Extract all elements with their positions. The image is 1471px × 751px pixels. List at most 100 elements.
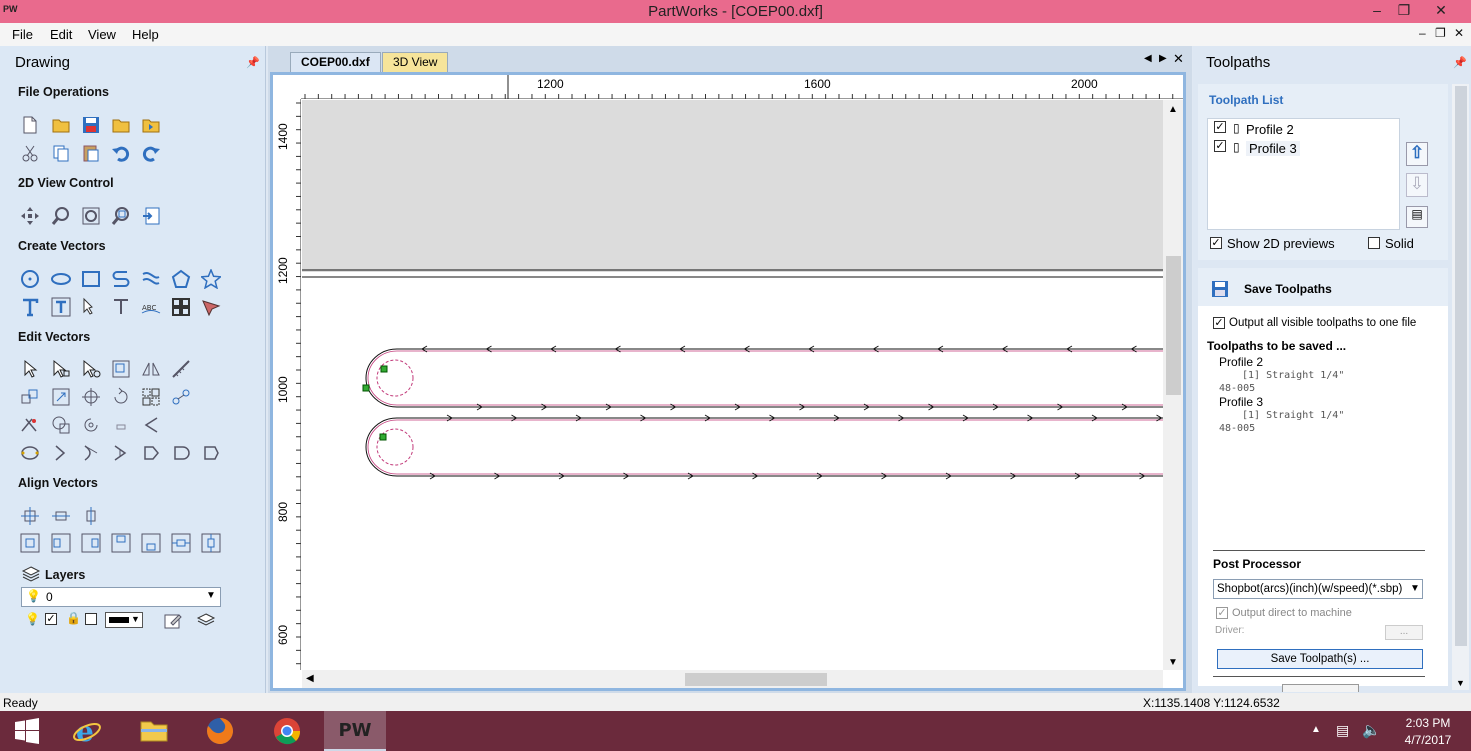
minimize-button[interactable]: – (1365, 2, 1389, 20)
open-folder-icon[interactable] (110, 114, 132, 136)
menu-help[interactable]: Help (132, 27, 159, 42)
pin-icon[interactable]: 📌 (246, 56, 260, 69)
solid-checkbox[interactable] (1368, 237, 1380, 249)
text-icon[interactable] (19, 296, 41, 318)
copy-icon[interactable] (50, 142, 72, 164)
polygon-icon[interactable] (170, 268, 192, 290)
star-icon[interactable] (200, 268, 222, 290)
scroll-up-icon[interactable]: ▲ (1168, 104, 1178, 115)
weld-icon[interactable] (50, 414, 72, 436)
layer-color-picker[interactable]: ▼ (105, 612, 143, 628)
close-button[interactable]: ✕ (1429, 2, 1453, 20)
move-icon[interactable] (19, 386, 41, 408)
volume-icon[interactable]: 🔈 (1362, 721, 1381, 739)
chevron-down-icon[interactable]: ▼ (206, 590, 216, 601)
firefox-icon[interactable] (195, 711, 245, 751)
align-center-both-icon[interactable] (19, 532, 41, 554)
start-icon[interactable] (2, 711, 52, 751)
menu-file[interactable]: File (12, 27, 33, 42)
toolpath-item[interactable]: Profile 3 (1246, 141, 1300, 156)
align-horizontal-icon[interactable] (50, 505, 72, 527)
cut-icon[interactable] (19, 142, 41, 164)
align-left-icon[interactable] (50, 532, 72, 554)
network-icon[interactable]: ▤ (1336, 722, 1349, 739)
toolpath-checkbox[interactable]: ✓ (1214, 140, 1226, 152)
lock-icon[interactable]: 🔒 (66, 611, 81, 625)
smooth-icon[interactable] (170, 442, 192, 464)
tab-coep00[interactable]: COEP00.dxf (290, 52, 381, 72)
measure-icon[interactable] (170, 358, 192, 380)
align-middle-h-icon[interactable] (170, 532, 192, 554)
scale-icon[interactable] (110, 358, 132, 380)
transform-icon[interactable] (80, 358, 102, 380)
tab-close-icon[interactable]: ✕ (1173, 51, 1184, 67)
rotate-icon[interactable] (110, 386, 132, 408)
taskbar-time[interactable]: 2:03 PM (1398, 716, 1458, 730)
node-link-icon[interactable] (170, 386, 192, 408)
text-on-curve-icon[interactable] (80, 296, 102, 318)
join-arc-icon[interactable] (80, 442, 102, 464)
tray-expand-icon[interactable]: ▲ (1311, 724, 1321, 735)
pan-icon[interactable] (19, 205, 41, 227)
vertical-scroll-thumb[interactable] (1166, 256, 1181, 395)
right-panel-scroll-thumb[interactable] (1455, 86, 1467, 646)
circle-icon[interactable] (19, 268, 41, 290)
toolpath-info-icon[interactable]: ▤ (1406, 206, 1428, 228)
move-up-icon[interactable]: ⇧ (1406, 142, 1428, 166)
trim-icon[interactable] (19, 414, 41, 436)
join-curve-icon[interactable] (110, 442, 132, 464)
file-explorer-icon[interactable] (129, 711, 179, 751)
zoom-selected-icon[interactable] (110, 205, 132, 227)
nesting-icon[interactable] (170, 296, 192, 318)
toolpath-checkbox[interactable]: ✓ (1214, 121, 1226, 133)
align-center-icon[interactable] (19, 505, 41, 527)
menu-view[interactable]: View (88, 27, 116, 42)
pin-icon[interactable]: 📌 (1453, 56, 1467, 69)
text-abc-icon[interactable]: ABC (140, 296, 162, 318)
align-middle-v-icon[interactable] (200, 532, 222, 554)
tab-3d-view[interactable]: 3D View (382, 52, 449, 72)
select-icon[interactable] (19, 358, 41, 380)
layer-visible-checkbox[interactable]: ✓ (45, 613, 57, 625)
view-switch-icon[interactable] (140, 205, 162, 227)
scroll-down-icon[interactable]: ▼ (1168, 657, 1178, 668)
output-direct-checkbox[interactable]: ✓ (1216, 607, 1228, 619)
redo-icon[interactable] (140, 142, 162, 164)
chevron-down-icon[interactable]: ▼ (1408, 583, 1422, 594)
align-bottom-icon[interactable] (140, 532, 162, 554)
taskbar-date[interactable]: 4/7/2017 (1398, 733, 1458, 747)
tab-scroll-left-icon[interactable]: ◀ (1144, 53, 1152, 64)
open-file-icon[interactable] (50, 114, 72, 136)
align-right-icon[interactable] (80, 532, 102, 554)
show-2d-previews-checkbox[interactable]: ✓ (1210, 237, 1222, 249)
toolpath-item[interactable]: Profile 2 (1246, 122, 1294, 137)
chrome-icon[interactable] (262, 711, 312, 751)
text-arc-icon[interactable] (110, 296, 132, 318)
scroll-left-icon[interactable]: ◀ (306, 673, 314, 684)
align-vertical-icon[interactable] (80, 505, 102, 527)
pen-icon[interactable] (200, 296, 222, 318)
undo-icon[interactable] (110, 142, 132, 164)
mirror-icon[interactable] (140, 358, 162, 380)
intersect-icon[interactable] (110, 414, 132, 436)
driver-browse-button[interactable]: ... (1385, 625, 1423, 640)
layer-visible-icon[interactable]: 💡 (25, 612, 40, 626)
layer-select[interactable]: 0 (21, 587, 221, 607)
ellipse-icon[interactable] (50, 268, 72, 290)
join-open-icon[interactable] (50, 442, 72, 464)
layer-manager-icon[interactable] (195, 610, 217, 632)
polyline-icon[interactable] (110, 268, 132, 290)
zoom-icon[interactable] (50, 205, 72, 227)
mdi-close-button[interactable]: ✕ (1454, 26, 1464, 40)
rectangle-icon[interactable] (80, 268, 102, 290)
array-icon[interactable] (140, 386, 162, 408)
tab-scroll-right-icon[interactable]: ▶ (1159, 53, 1167, 64)
subtract-icon[interactable] (80, 414, 102, 436)
move-down-icon[interactable]: ⇩ (1406, 173, 1428, 197)
offset-icon[interactable] (200, 442, 222, 464)
layer-properties-icon[interactable] (162, 610, 184, 632)
chevron-left-icon[interactable] (140, 414, 162, 436)
output-all-checkbox[interactable]: ✓ (1213, 317, 1225, 329)
align-top-icon[interactable] (110, 532, 132, 554)
save-icon[interactable] (80, 114, 102, 136)
